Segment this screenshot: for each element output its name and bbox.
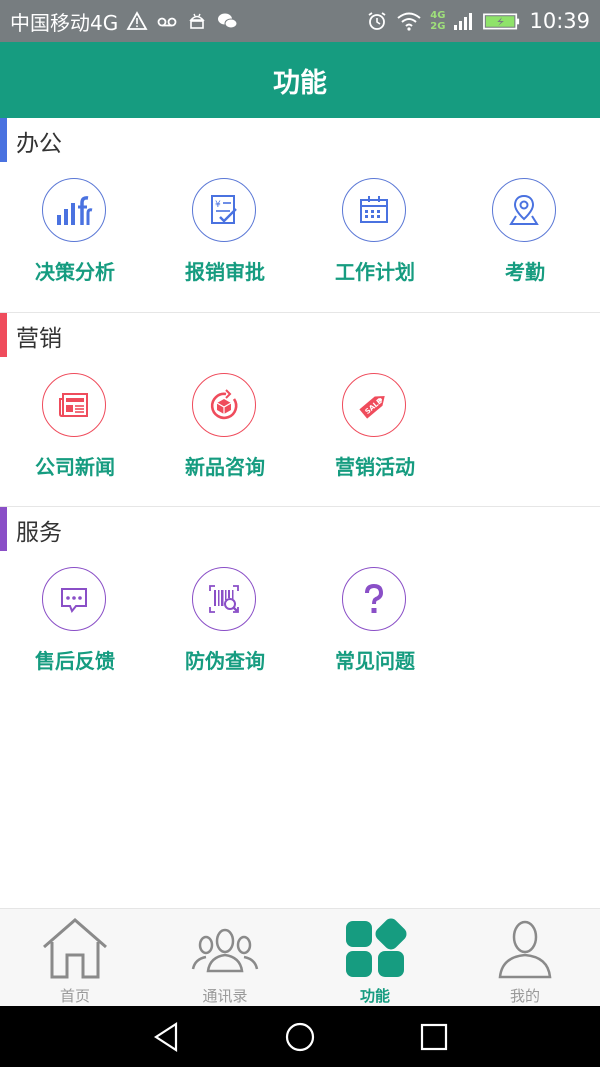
nav-label: 首页: [59, 987, 90, 1005]
section-accent-bar: [0, 118, 7, 162]
nav-label: 我的: [509, 987, 540, 1005]
expense-approval-icon: ¥: [211, 195, 237, 224]
signal-icon: [454, 13, 473, 30]
section-title: 服务: [16, 520, 62, 546]
app-header: 功能: [0, 42, 600, 118]
android-icon: [189, 13, 205, 29]
page-title: 功能: [273, 67, 327, 99]
nav-item-home[interactable]: 首页: [0, 909, 150, 1007]
tile-label: 报销审批: [185, 260, 265, 284]
section-service: 服务 售后反馈 防伪查询 常见问题: [0, 507, 600, 701]
tile-label: 考勤: [505, 260, 545, 284]
nav-item-functions[interactable]: 功能: [300, 909, 450, 1007]
bottom-nav: 首页 通讯录 功能 我的: [0, 908, 600, 1007]
tile-expense-approval[interactable]: ¥ 报销审批: [150, 162, 300, 312]
nav-item-contacts[interactable]: 通讯录: [150, 909, 300, 1007]
wechat-icon: [218, 13, 238, 29]
tile-label: 营销活动: [335, 455, 415, 479]
question-icon: [365, 583, 384, 613]
status-bar: 中国移动4G 4G 2G 10:39: [0, 0, 600, 42]
feature-grid: 公司新闻 新品咨询 SALE 营销活动: [0, 357, 600, 507]
sale-tag-icon: SALE: [359, 396, 385, 419]
section-header: 营销: [0, 313, 600, 357]
recent-apps-icon[interactable]: [417, 1020, 451, 1054]
nav-label: 通讯录: [202, 987, 248, 1005]
tile-after-sales-feedback[interactable]: 售后反馈: [0, 551, 150, 701]
section-accent-bar: [0, 507, 7, 551]
calendar-icon: [360, 196, 388, 223]
contacts-icon: [191, 928, 259, 973]
tile-label: 防伪查询: [185, 649, 265, 673]
battery-icon: [483, 13, 520, 30]
section-marketing: 营销 公司新闻 新品咨询 SALE 营销活动: [0, 313, 600, 507]
profile-icon: [498, 920, 552, 979]
warning-icon: [126, 11, 148, 30]
tile-attendance[interactable]: 考勤: [450, 162, 600, 312]
section-title: 办公: [16, 131, 62, 157]
voicemail-icon: [157, 17, 177, 27]
home-button-icon[interactable]: [283, 1020, 317, 1054]
apps-grid-icon: [346, 918, 407, 977]
wifi-icon: [397, 12, 421, 31]
system-nav-bar: [0, 1006, 600, 1067]
tile-label: 售后反馈: [35, 649, 115, 673]
back-icon[interactable]: [150, 1020, 184, 1054]
nav-label: 功能: [359, 987, 390, 1005]
tile-work-plan[interactable]: 工作计划: [300, 162, 450, 312]
nav-item-profile[interactable]: 我的: [450, 909, 600, 1007]
tile-label: 公司新闻: [35, 455, 115, 479]
tile-faq[interactable]: 常见问题: [300, 551, 450, 701]
feature-grid: 售后反馈 防伪查询 常见问题: [0, 551, 600, 701]
home-icon: [43, 918, 107, 979]
clock: 10:39: [529, 9, 590, 33]
chat-bubble-icon: [61, 588, 87, 613]
barcode-search-icon: [209, 585, 239, 613]
alarm-icon: [368, 12, 386, 30]
section-header: 服务: [0, 507, 600, 551]
carrier-label: 中国移动4G: [10, 10, 119, 35]
tile-new-product[interactable]: 新品咨询: [150, 357, 300, 507]
tile-marketing-activity[interactable]: SALE 营销活动: [300, 357, 450, 507]
svg-text:¥: ¥: [215, 200, 221, 210]
bar-chart-icon: [57, 196, 93, 225]
network-badge-top: 4G: [430, 10, 446, 21]
feature-grid: 决策分析 ¥ 报销审批 工作计划 考勤: [0, 162, 600, 312]
tile-decision-analysis[interactable]: 决策分析: [0, 162, 150, 312]
tile-company-news[interactable]: 公司新闻: [0, 357, 150, 507]
tile-anti-counterfeit[interactable]: 防伪查询: [150, 551, 300, 701]
tile-label: 新品咨询: [185, 455, 265, 479]
tile-label: 工作计划: [335, 260, 415, 284]
network-type-badge: 4G 2G: [430, 10, 445, 32]
map-pin-icon: [509, 194, 539, 225]
tile-label: 常见问题: [335, 649, 415, 673]
tile-label: 决策分析: [35, 260, 115, 284]
network-badge-bottom: 2G: [430, 21, 446, 32]
section-title: 营销: [16, 326, 62, 352]
section-office: 办公 决策分析 ¥ 报销审批 工作计划 考勤: [0, 118, 600, 312]
newspaper-icon: [59, 393, 88, 417]
section-header: 办公: [0, 118, 600, 162]
section-accent-bar: [0, 313, 7, 357]
new-product-icon: [210, 389, 238, 420]
